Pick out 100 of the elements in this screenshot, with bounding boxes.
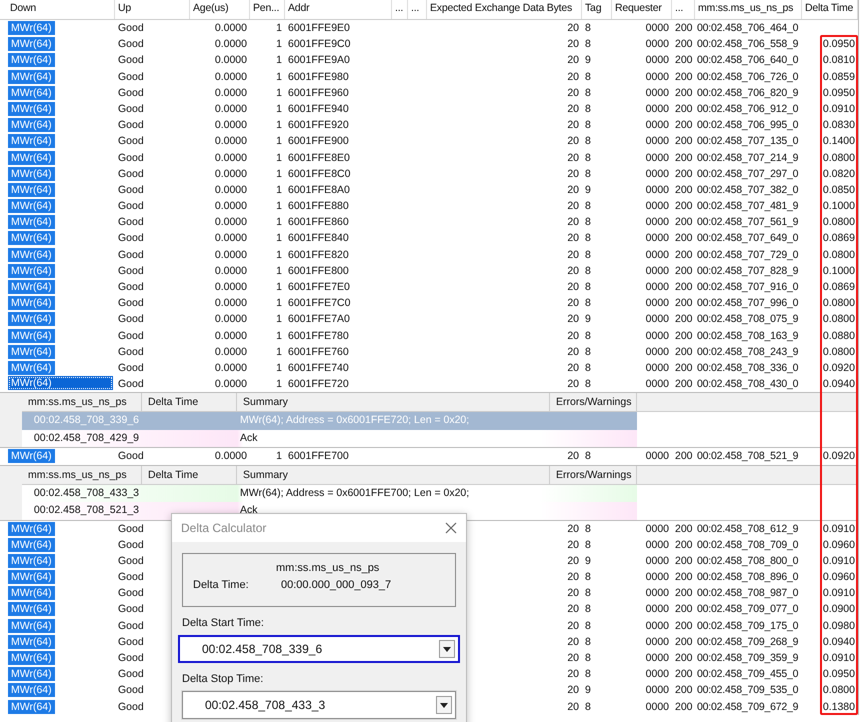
age-cell: 0.0000 [214, 102, 247, 115]
delta-time-cell: 0.0910 [822, 554, 855, 567]
table-cell: 200 [675, 603, 693, 616]
type-badge[interactable]: MWr(64) [8, 134, 55, 148]
age-cell: 0.0000 [214, 232, 247, 244]
type-badge[interactable]: MWr(64) [8, 21, 55, 35]
column-header[interactable]: Errors/Warnings [550, 466, 637, 484]
close-icon[interactable] [445, 522, 457, 534]
column-header[interactable]: Age(us) [190, 0, 250, 19]
tag-cell: 8 [585, 264, 591, 277]
type-badge[interactable]: MWr(64) [8, 683, 55, 698]
status-cell: Good [118, 313, 144, 326]
bytes-cell: 20 [567, 264, 579, 277]
requester-cell: 0000 [646, 538, 669, 551]
column-header[interactable]: Delta Time [142, 393, 237, 412]
delta-time-cell: 0.0910 [822, 522, 855, 534]
tag-cell: 8 [585, 297, 591, 310]
type-badge[interactable]: MWr(64) [8, 86, 55, 100]
type-badge[interactable]: MWr(64) [8, 264, 55, 278]
type-badge[interactable]: MWr(64) [8, 37, 55, 52]
delta-time-cell: 0.0830 [822, 119, 855, 132]
column-header[interactable]: Requester [612, 0, 672, 19]
age-cell: 0.0000 [214, 313, 247, 326]
column-header[interactable]: Delta Time [802, 0, 858, 19]
pending-cell: 1 [276, 102, 282, 115]
type-badge[interactable]: MWr(64) [8, 53, 55, 68]
type-badge[interactable]: MWr(64) [8, 586, 55, 600]
tag-cell: 8 [585, 571, 591, 584]
column-header[interactable]: Errors/Warnings [550, 393, 637, 412]
bytes-cell: 20 [567, 54, 579, 66]
type-badge[interactable]: MWr(64) [8, 118, 55, 132]
column-header[interactable]: ... [408, 0, 427, 19]
bytes-cell: 20 [567, 119, 579, 132]
type-badge[interactable]: MWr(64) [8, 248, 55, 262]
time-dropdown[interactable]: 00:02.458_708_433_3 [182, 691, 456, 719]
type-badge[interactable]: MWr(64) [8, 199, 55, 214]
type-badge[interactable]: MWr(64) [8, 328, 55, 343]
type-badge[interactable]: MWr(64) [8, 570, 55, 584]
column-header[interactable]: Delta Time [142, 466, 237, 484]
column-header[interactable]: mm:ss.ms_us_ns_ps [695, 0, 802, 19]
type-badge[interactable]: MWr(64) [8, 150, 55, 164]
timestamp-cell: 00:02.458_709_535_0 [697, 684, 798, 696]
requester-cell: 0000 [646, 652, 669, 664]
type-badge[interactable]: MWr(64) [8, 538, 55, 552]
table-cell: 200 [675, 450, 693, 462]
column-header[interactable]: Addr [285, 0, 392, 19]
column-header[interactable]: ... [672, 0, 695, 19]
type-badge[interactable]: MWr(64) [8, 312, 55, 326]
column-header[interactable]: mm:ss.ms_us_ns_ps [22, 393, 142, 412]
type-badge[interactable]: MWr(64) [8, 602, 55, 616]
column-header[interactable]: Pen... [250, 0, 285, 19]
bytes-cell: 20 [567, 587, 579, 600]
age-cell: 0.0000 [214, 152, 247, 164]
requester-cell: 0000 [646, 70, 669, 83]
bytes-cell: 20 [567, 281, 579, 293]
type-badge[interactable]: MWr(64) [8, 296, 55, 310]
type-badge[interactable]: MWr(64) [8, 651, 55, 665]
bytes-cell: 20 [567, 200, 579, 212]
column-header[interactable]: Summary [237, 393, 550, 412]
type-badge[interactable]: MWr(64) [8, 554, 55, 568]
address-cell: 6001FFE7C0 [288, 297, 350, 310]
type-badge[interactable]: MWr(64) [8, 344, 55, 359]
type-badge[interactable]: MWr(64) [8, 215, 55, 230]
type-badge[interactable]: MWr(64) [8, 280, 55, 294]
summary-cell: MWr(64); Address = 0x6001FFE700; Len = 0x20; [240, 486, 470, 498]
column-header[interactable]: mm:ss.ms_us_ns_ps [22, 466, 142, 484]
bytes-cell: 20 [567, 70, 579, 83]
column-header[interactable]: Tag [582, 0, 612, 19]
status-cell: Good [118, 554, 144, 567]
type-badge[interactable]: MWr(64) [8, 102, 55, 116]
type-badge[interactable]: MWr(64) [8, 634, 55, 649]
column-header[interactable]: ... [392, 0, 408, 19]
type-badge[interactable]: MWr(64) [8, 522, 55, 536]
timestamp-cell: 00:02.458_709_077_0 [697, 603, 798, 616]
type-badge[interactable]: MWr(64) [8, 231, 55, 246]
type-badge[interactable]: MWr(64) [8, 182, 55, 197]
type-badge[interactable]: MWr(64) [8, 360, 55, 375]
table-cell: 200 [675, 86, 693, 99]
timestamp-cell: 00:02.458_708_336_0 [697, 362, 798, 374]
column-header[interactable]: Up [115, 0, 190, 19]
column-header[interactable]: Expected Exchange Data Bytes [427, 0, 582, 19]
type-badge[interactable]: MWr(64) [8, 449, 55, 464]
column-header[interactable]: Down [0, 0, 115, 19]
time-dropdown[interactable]: 00:02.458_708_339_6 [178, 635, 460, 663]
type-badge[interactable]: MWr(64) [8, 70, 55, 84]
timestamp-cell: 00:02.458_706_640_0 [697, 54, 798, 66]
type-badge[interactable]: MWr(64) [8, 700, 55, 714]
address-cell: 6001FFE7A0 [288, 313, 350, 326]
timestamp-cell: 00:02.458_706_558_9 [697, 38, 798, 50]
type-badge[interactable]: MWr(64) [8, 667, 55, 682]
type-badge[interactable]: MWr(64) [8, 376, 113, 390]
type-badge[interactable]: MWr(64) [8, 166, 55, 181]
column-header[interactable]: Summary [237, 466, 550, 484]
timestamp-cell: 00:02.458_707_649_0 [697, 232, 798, 244]
requester-cell: 0000 [646, 135, 669, 148]
delta-time-cell: 0.0800 [822, 248, 855, 261]
type-badge[interactable]: MWr(64) [8, 618, 55, 633]
requester-cell: 0000 [646, 346, 669, 358]
detail-row[interactable]: 00:02.458_708_433_3 MWr(64); Address = 0x6001FFE700; Len = 0x20; [22, 484, 637, 502]
requester-cell: 0000 [646, 22, 669, 34]
